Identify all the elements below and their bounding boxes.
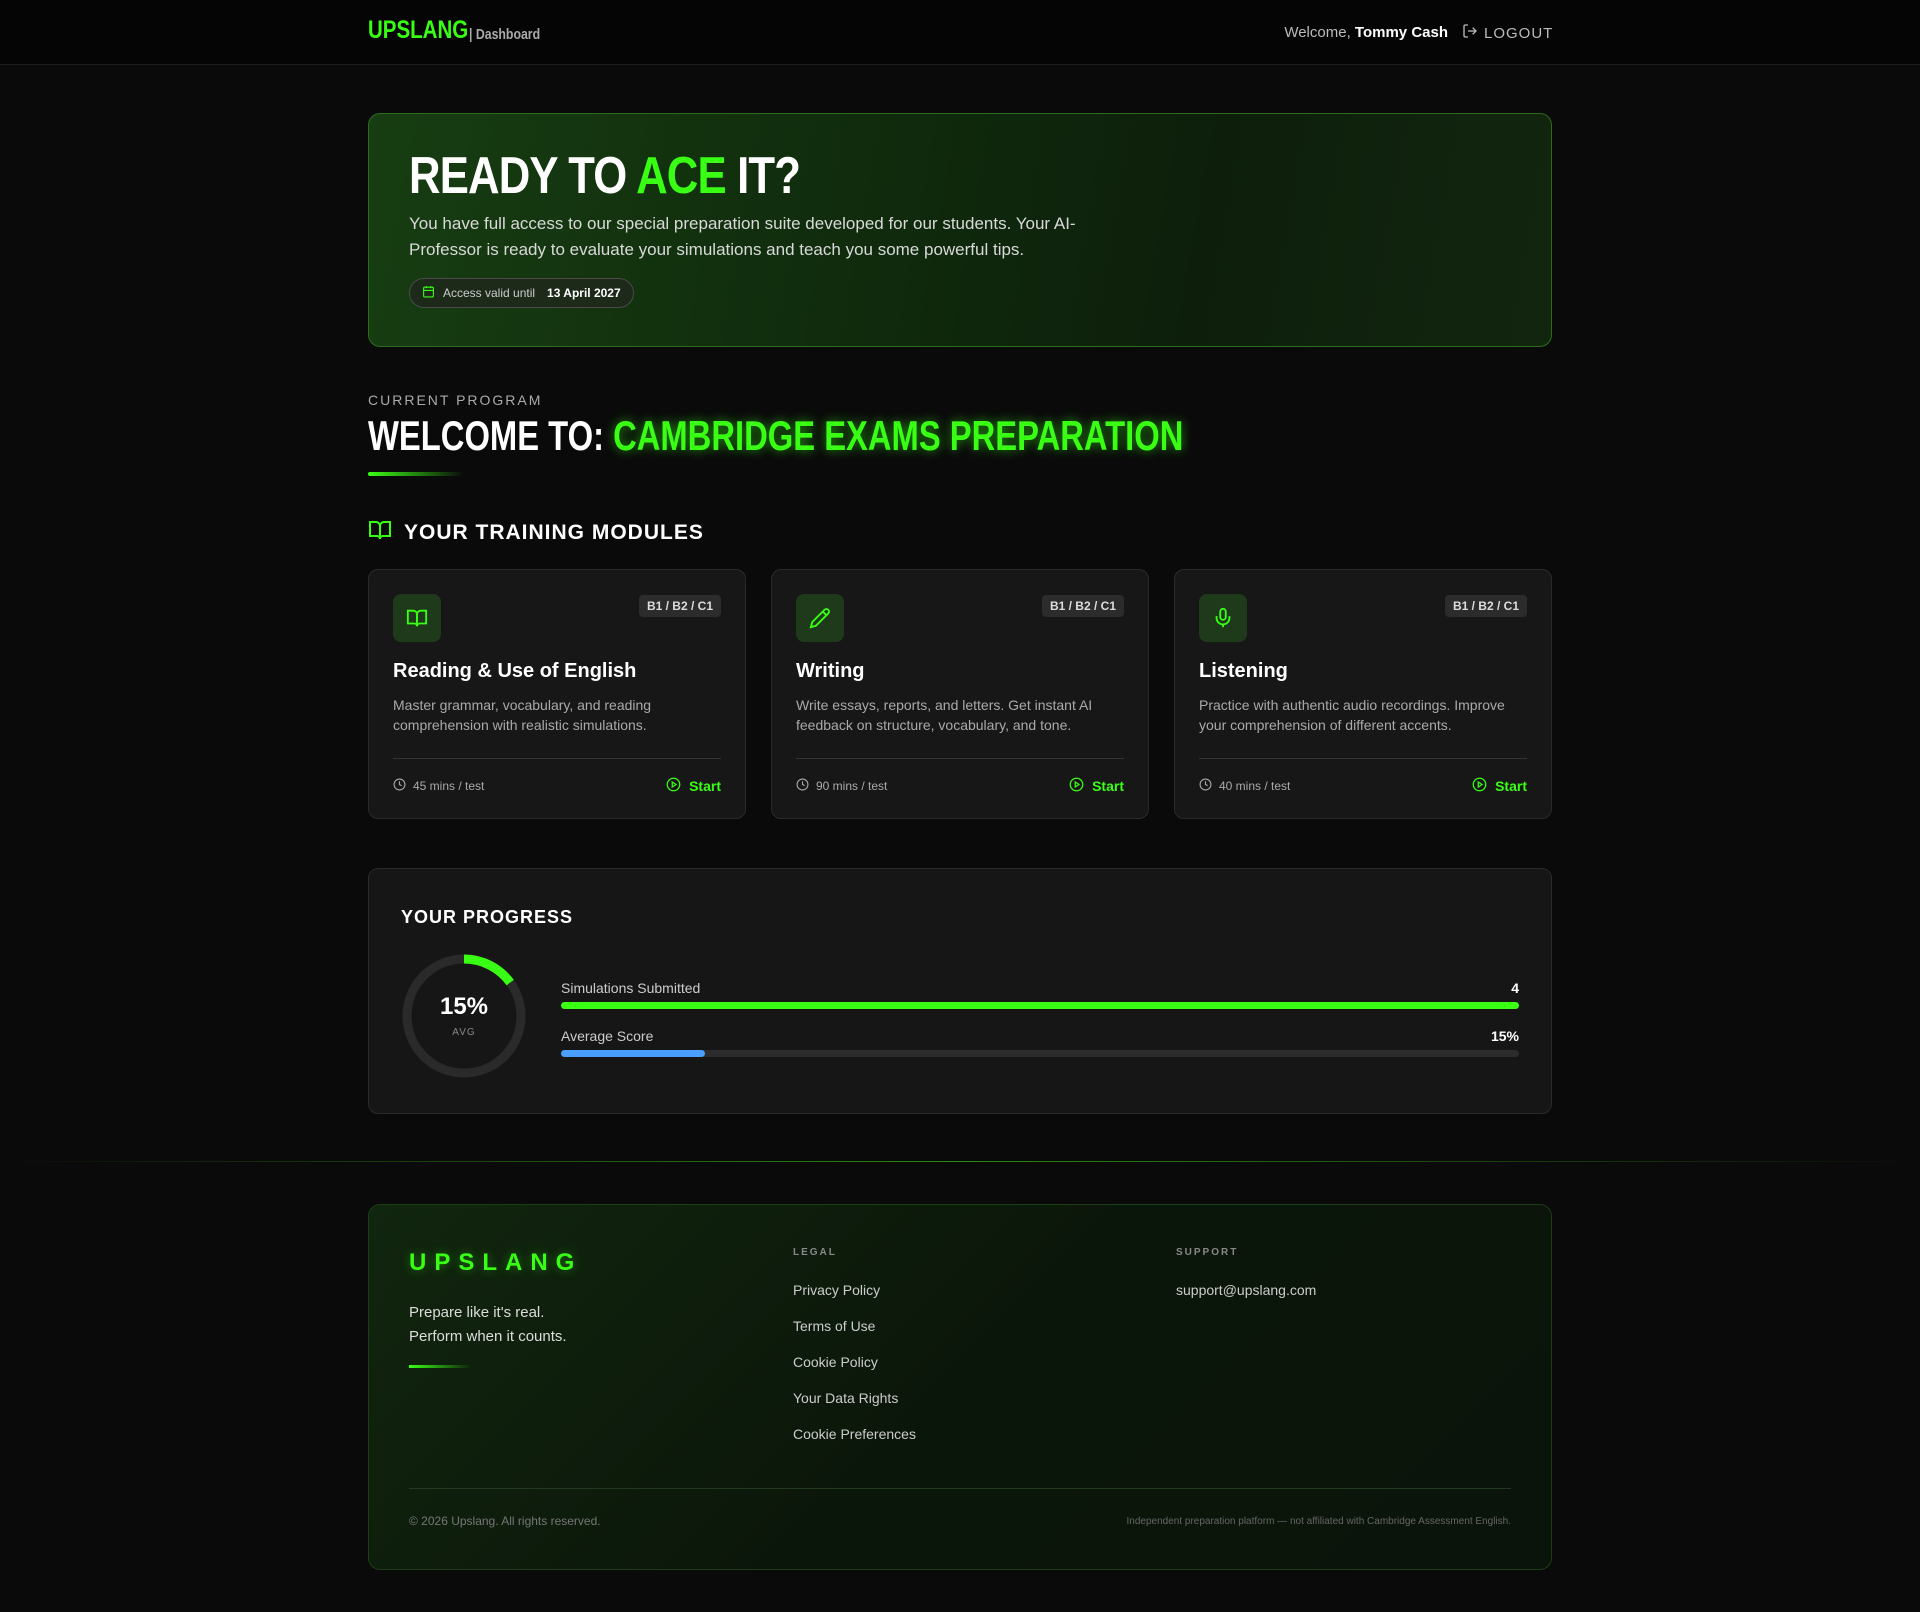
- section-label: | Dashboard: [469, 26, 541, 43]
- program-label: CURRENT PROGRAM: [368, 392, 543, 408]
- ring-label: AVG: [452, 1027, 476, 1038]
- stat-track: [561, 1002, 1519, 1009]
- module-duration: 40 mins / test: [1199, 778, 1290, 794]
- user-name: Tommy Cash: [1354, 24, 1448, 41]
- module-title: Writing: [796, 660, 865, 682]
- program-title: WELCOME TO: CAMBRIDGE EXAMS PREPARATION: [368, 412, 1184, 459]
- logout-button[interactable]: LOGOUT: [1462, 23, 1553, 43]
- stat-track: [561, 1050, 1519, 1057]
- level-badge: B1 / B2 / C1: [638, 595, 721, 617]
- divider: [1199, 758, 1527, 759]
- module-title: Reading & Use of English: [393, 660, 637, 682]
- start-button[interactable]: Start: [1472, 777, 1527, 795]
- start-button[interactable]: Start: [666, 777, 721, 795]
- module-card-writing[interactable]: B1 / B2 / C1 Writing Write essays, repor…: [771, 569, 1149, 819]
- play-icon: [666, 777, 681, 795]
- divider: [796, 758, 1124, 759]
- clock-icon: [393, 778, 406, 794]
- access-badge: Access valid until 13 April 2027: [409, 278, 634, 308]
- modules-heading: YOUR TRAINING MODULES: [368, 518, 704, 548]
- welcome-text: Welcome, Tommy Cash: [1284, 24, 1448, 41]
- module-description: Write essays, reports, and letters. Get …: [796, 697, 1093, 733]
- module-description: Master grammar, vocabulary, and reading …: [393, 697, 652, 733]
- footer-accent-bar: [409, 1365, 471, 1368]
- link-cookie-policy[interactable]: Cookie Policy: [793, 1354, 878, 1370]
- link-privacy-policy[interactable]: Privacy Policy: [793, 1282, 880, 1298]
- access-date: 13 April 2027: [547, 286, 621, 300]
- hero-banner: READY TO ACE IT? You have full access to…: [368, 113, 1552, 347]
- disclaimer: Independent preparation platform — not a…: [1126, 1516, 1511, 1527]
- support-heading: SUPPORT: [1176, 1247, 1239, 1258]
- module-description: Practice with authentic audio recordings…: [1199, 697, 1505, 733]
- module-card-listening[interactable]: B1 / B2 / C1 Listening Practice with aut…: [1174, 569, 1552, 819]
- stat-fill: [561, 1050, 705, 1057]
- copyright: © 2026 Upslang. All rights reserved.: [409, 1514, 601, 1528]
- progress-heading: YOUR PROGRESS: [401, 907, 574, 927]
- clock-icon: [1199, 778, 1212, 794]
- level-badge: B1 / B2 / C1: [1041, 595, 1124, 617]
- legal-heading: LEGAL: [793, 1247, 837, 1258]
- link-data-rights[interactable]: Your Data Rights: [793, 1390, 898, 1406]
- progress-panel: YOUR PROGRESS 15% AVG Simulations Submit…: [368, 868, 1552, 1114]
- logo[interactable]: UPSLANG: [368, 16, 468, 45]
- book-icon: [393, 594, 441, 642]
- progress-ring: 15% AVG: [401, 953, 527, 1079]
- clock-icon: [796, 778, 809, 794]
- divider: [393, 758, 721, 759]
- footer: UPSLANG Prepare like it's real. Perform …: [368, 1204, 1552, 1570]
- stat-average-score: Average Score 15%: [561, 1028, 1519, 1057]
- module-duration: 45 mins / test: [393, 778, 484, 794]
- stat-value: 15%: [1490, 1028, 1519, 1044]
- top-bar: UPSLANG | Dashboard Welcome, Tommy Cash …: [0, 0, 1920, 65]
- module-title: Listening: [1199, 660, 1288, 682]
- stat-fill: [561, 1002, 1519, 1009]
- hero-title: READY TO ACE IT?: [409, 147, 801, 205]
- link-terms-of-use[interactable]: Terms of Use: [793, 1318, 875, 1334]
- play-icon: [1472, 777, 1487, 795]
- logout-icon: [1462, 23, 1478, 43]
- calendar-icon: [422, 285, 435, 301]
- microphone-icon: [1199, 594, 1247, 642]
- book-icon: [368, 518, 392, 548]
- footer-logo: UPSLANG: [409, 1249, 583, 1276]
- support-email-link[interactable]: support@upslang.com: [1176, 1282, 1316, 1298]
- footer-tagline: Prepare like it's real. Perform when it …: [409, 1304, 567, 1345]
- link-cookie-preferences[interactable]: Cookie Preferences: [793, 1426, 916, 1442]
- footer-separator: [409, 1488, 1511, 1489]
- stat-value: 4: [1511, 980, 1519, 996]
- ring-value: 15%: [439, 993, 489, 1020]
- hero-description: You have full access to our special prep…: [409, 214, 1076, 259]
- stat-simulations: Simulations Submitted 4: [561, 980, 1519, 1009]
- module-card-reading[interactable]: B1 / B2 / C1 Reading & Use of English Ma…: [368, 569, 746, 819]
- start-button[interactable]: Start: [1069, 777, 1124, 795]
- module-duration: 90 mins / test: [796, 778, 887, 794]
- pencil-icon: [796, 594, 844, 642]
- level-badge: B1 / B2 / C1: [1444, 595, 1527, 617]
- program-underline: [368, 472, 464, 476]
- footer-divider: [0, 1161, 1920, 1162]
- play-icon: [1069, 777, 1084, 795]
